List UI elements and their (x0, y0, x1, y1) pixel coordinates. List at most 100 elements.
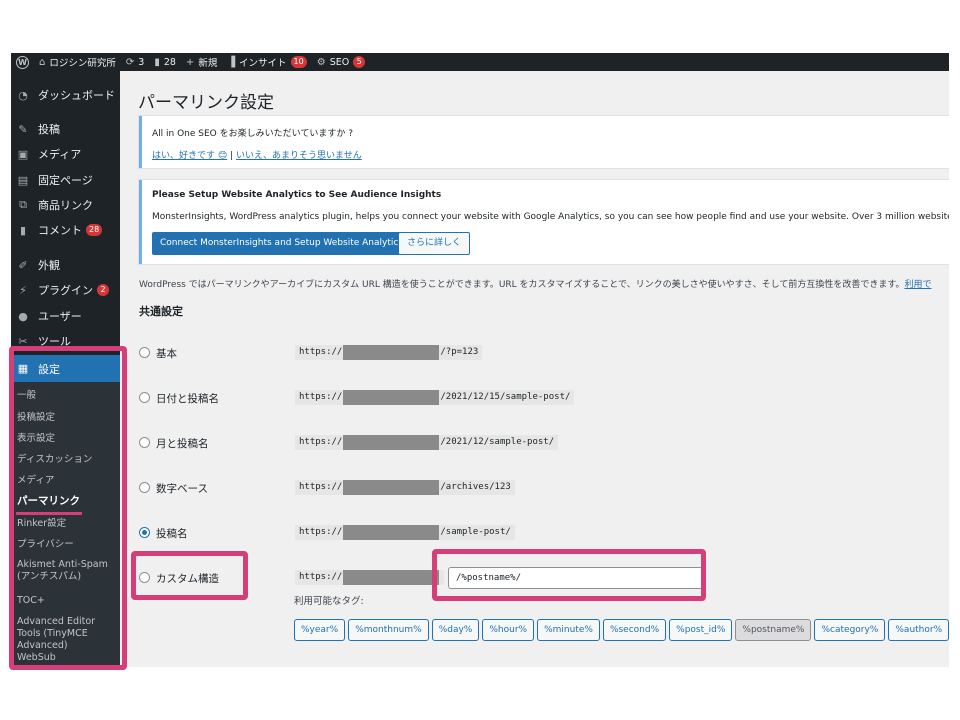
seo-link[interactable]: ⚙ SEO 5 (312, 53, 370, 71)
tag-year-button[interactable]: %year% (294, 619, 346, 641)
monsterinsights-notice: Please Setup Website Analytics to See Au… (139, 180, 949, 264)
url-prefix: https:// (299, 347, 343, 357)
tag-hour-button[interactable]: %hour% (482, 619, 535, 641)
insights-link[interactable]: ▐ インサイト 10 (222, 53, 311, 71)
plugins-badge: 2 (97, 284, 109, 296)
comment-icon: ▮ (19, 223, 27, 237)
plugin-icon: ⚡ (19, 283, 27, 297)
sidebar-item-posts[interactable]: ✎ 投稿 (11, 117, 120, 141)
notice-body: MonsterInsights, WordPress analytics plu… (152, 212, 949, 222)
tag-monthnum-button[interactable]: %monthnum% (348, 619, 429, 641)
option-label: 投稿名 (156, 528, 188, 540)
page-title: パーマリンク設定 (138, 93, 274, 113)
aioseo-notice: All in One SEO をお楽しみいただいていますか ? はい、好きです … (139, 116, 949, 168)
sidebar-item-label: メディア (38, 148, 82, 161)
redacted-domain (343, 525, 440, 540)
url-prefix: https:// (299, 392, 343, 402)
page-icon: ▤ (17, 173, 29, 187)
sidebar-item-users[interactable]: ● ユーザー (11, 304, 120, 328)
radio-post-name[interactable] (139, 527, 150, 538)
intro-text: WordPress ではパーマリンクやアーカイブにカスタム URL 構造を使うこ… (139, 280, 905, 290)
sidebar-item-label: ダッシュボード (38, 89, 115, 102)
wordpress-logo-icon: W (16, 55, 29, 69)
notice-links: はい、好きです 😊 | いいえ、あまりそう思いません (152, 148, 362, 161)
redacted-domain (343, 435, 440, 450)
updates-link[interactable]: ⟳ 3 (121, 53, 149, 71)
url-preview: https:// /2021/12/sample-post/ (295, 435, 559, 450)
radio-day-name[interactable] (139, 392, 150, 403)
option-day-name[interactable]: 日付と投稿名 https:// /2021/12/15/sample-post/ (139, 388, 939, 408)
site-name-link[interactable]: ⌂ ロジシン研究所 (34, 53, 121, 71)
comments-count: 28 (163, 56, 176, 68)
redacted-domain (343, 480, 440, 495)
feedback-yes-link[interactable]: はい、好きです 😊 (152, 151, 227, 161)
sidebar-item-label: 投稿 (38, 123, 60, 136)
option-numeric[interactable]: 数字ベース https:// /archives/123 (139, 478, 939, 498)
sidebar-item-label: 商品リンク (38, 199, 93, 212)
tag-author-button[interactable]: %author% (888, 619, 949, 641)
new-content-link[interactable]: + 新規 (181, 53, 222, 71)
option-plain[interactable]: 基本 https:// /?p=123 (139, 343, 939, 363)
sidebar-item-dashboard[interactable]: ◔ ダッシュボード (11, 83, 120, 107)
plus-icon: + (185, 56, 195, 68)
insights-badge: 10 (290, 56, 307, 68)
refresh-icon: ⟳ (125, 56, 135, 68)
url-suffix: /sample-post/ (440, 527, 511, 537)
permalink-intro: WordPress ではパーマリンクやアーカイブにカスタム URL 構造を使うこ… (139, 277, 931, 290)
highlight-permalink-underline (16, 512, 82, 515)
redacted-domain (343, 345, 440, 360)
radio-numeric[interactable] (139, 482, 150, 493)
url-suffix: /archives/123 (440, 482, 511, 492)
sidebar-item-media[interactable]: ▣ メディア (11, 142, 120, 166)
new-label: 新規 (198, 58, 218, 69)
tag-second-button[interactable]: %second% (602, 619, 667, 641)
url-preview: https:// /2021/12/15/sample-post/ (295, 390, 575, 405)
media-icon: ▣ (17, 147, 29, 161)
url-preview: https:// /sample-post/ (295, 525, 515, 540)
sidebar-item-label: プラグイン (38, 284, 93, 297)
sidebar-item-comments[interactable]: ▮ コメント 28 (11, 218, 120, 242)
feedback-no-link[interactable]: いいえ、あまりそう思いません (236, 151, 362, 161)
tag-day-button[interactable]: %day% (431, 619, 480, 641)
sidebar-item-appearance[interactable]: ✐ 外観 (11, 253, 120, 277)
tag-minute-button[interactable]: %minute% (537, 619, 600, 641)
learn-more-button[interactable]: さらに詳しく (398, 232, 471, 255)
admin-bar: W ⌂ ロジシン研究所 ⟳ 3 ▮ 28 + 新規 ▐ インサイト 10 ⚙ S… (11, 53, 949, 71)
insights-label: インサイト (239, 58, 287, 69)
radio-month-name[interactable] (139, 437, 150, 448)
comments-link[interactable]: ▮ 28 (149, 53, 181, 71)
option-month-name[interactable]: 月と投稿名 https:// /2021/12/sample-post/ (139, 433, 939, 453)
dashboard-icon: ◔ (18, 88, 28, 102)
option-label: 基本 (156, 348, 177, 360)
radio-plain[interactable] (139, 347, 150, 358)
url-suffix: /2021/12/sample-post/ (440, 437, 555, 447)
link-icon: ⧉ (19, 198, 27, 211)
section-title: 共通設定 (139, 305, 183, 318)
url-prefix: https:// (299, 572, 343, 582)
sidebar-item-label: 固定ページ (38, 174, 93, 187)
redacted-domain (343, 570, 440, 585)
sidebar-item-pages[interactable]: ▤ 固定ページ (11, 168, 120, 192)
available-tags: %year% %monthnum% %day% %hour% %minute% … (294, 619, 949, 641)
brush-icon: ✐ (18, 258, 28, 272)
wp-logo-button[interactable]: W (11, 53, 34, 71)
tag-postname-button[interactable]: %postname% (735, 619, 812, 641)
sidebar-item-plugins[interactable]: ⚡ プラグイン 2 (11, 278, 120, 302)
option-label: 月と投稿名 (156, 438, 209, 450)
pin-icon: ✎ (18, 122, 28, 136)
site-name: ロジシン研究所 (49, 58, 116, 69)
intro-link[interactable]: 利用で (904, 280, 931, 290)
url-suffix: /?p=123 (440, 347, 479, 357)
option-label: 日付と投稿名 (156, 393, 219, 405)
tag-post-id-button[interactable]: %post_id% (669, 619, 733, 641)
sidebar-item-label: コメント (38, 224, 82, 237)
connect-monsterinsights-button[interactable]: Connect MonsterInsights and Setup Websit… (152, 232, 412, 255)
sidebar-item-product-links[interactable]: ⧉ 商品リンク (11, 193, 120, 217)
option-post-name[interactable]: 投稿名 https:// /sample-post/ (139, 523, 939, 543)
redacted-domain (343, 390, 440, 405)
url-preview: https:// /archives/123 (295, 480, 515, 495)
tag-category-button[interactable]: %category% (814, 619, 886, 641)
url-prefix: https:// (299, 482, 343, 492)
home-icon: ⌂ (39, 56, 46, 68)
seo-label: SEO (329, 56, 350, 68)
